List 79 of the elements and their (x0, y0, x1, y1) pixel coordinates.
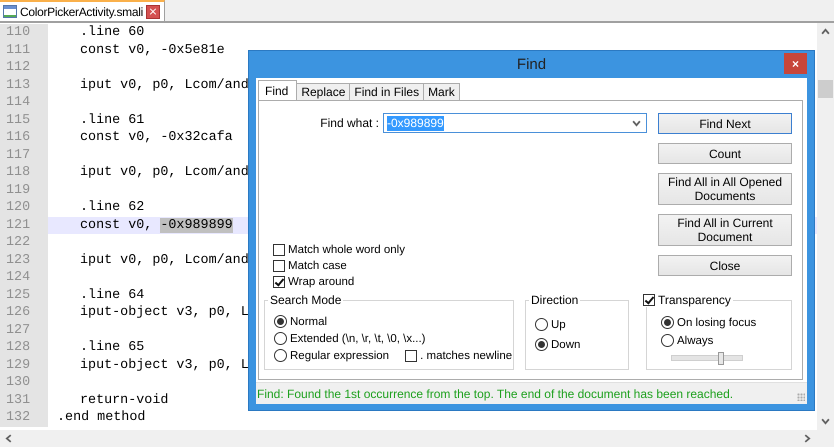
scroll-left-icon[interactable] (4, 434, 13, 443)
radio-option[interactable]: Normal (274, 315, 507, 328)
dialog-tab[interactable]: Mark (423, 83, 460, 100)
line-number: 113 (0, 76, 48, 94)
dialog-button[interactable]: Find All in Current Document (658, 214, 792, 246)
line-number: 115 (0, 112, 48, 129)
radio-option[interactable]: On losing focus (661, 316, 785, 329)
line-number: 129 (0, 356, 48, 374)
code-line: .line 61 (80, 112, 144, 128)
line-number: 123 (0, 252, 48, 269)
group-title: Direction (529, 293, 580, 307)
radio-option[interactable]: Extended (\n, \r, \t, \0, \x...) (274, 332, 507, 345)
scroll-up-icon[interactable] (821, 27, 830, 36)
code-line: .line 60 (80, 25, 144, 40)
line-number: 116 (0, 129, 48, 146)
code-line: .line 65 (80, 340, 144, 355)
radio-option[interactable]: Regular expression (274, 349, 390, 362)
resize-grip-icon[interactable] (797, 392, 805, 400)
line-number: 127 (0, 322, 48, 339)
checkbox-option[interactable]: Wrap around (273, 276, 658, 288)
code-line: return-void (80, 392, 168, 408)
horizontal-scrollbar[interactable] (0, 430, 834, 447)
code-line: .end method (57, 410, 146, 425)
dialog-button[interactable]: Find All in All Opened Documents (658, 173, 792, 205)
line-number: 132 (0, 409, 48, 426)
line-number: 122 (0, 234, 48, 252)
dialog-button[interactable]: Close (658, 255, 792, 276)
line-number: 124 (0, 269, 48, 286)
line-number: 130 (0, 374, 48, 392)
group-title: Search Mode (268, 293, 344, 307)
line-number: 125 (0, 286, 48, 304)
close-tab-button[interactable]: × (146, 4, 160, 18)
dialog-title: Find (516, 56, 546, 73)
code-line: iput v0, p0, Lcom/and (80, 78, 249, 92)
line-number: 111 (0, 42, 48, 59)
file-tab-title: ColorPickerActivity.smali (20, 4, 143, 18)
scroll-down-icon[interactable] (821, 417, 830, 426)
line-number: 131 (0, 392, 48, 409)
radio-option[interactable]: Up (535, 318, 622, 331)
code-line: iput v0, p0, Lcom/and (80, 252, 249, 268)
find-what-label: Find what : (320, 116, 379, 130)
line-number: 121 (0, 216, 48, 234)
slider-thumb[interactable] (718, 352, 724, 365)
code-line: iput v0, p0, Lcom/and (80, 165, 249, 180)
file-tab[interactable]: ColorPickerActivity.smali × (0, 0, 165, 21)
dialog-tab[interactable]: Find in Files (349, 83, 424, 100)
code-line: iput-object v3, p0, L (80, 305, 249, 320)
checkbox-option[interactable]: Match whole word only (273, 244, 658, 256)
line-number: 112 (0, 59, 48, 76)
transparency-checkbox[interactable]: Transparency (641, 293, 733, 307)
code-line: const v0, -0x5e81e (80, 42, 225, 58)
vertical-scrollbar[interactable] (817, 23, 834, 430)
dialog-tab[interactable]: Replace (296, 83, 350, 100)
code-line: const v0, -0x32cafa (80, 130, 233, 145)
code-line: iput-object v3, p0, L (80, 358, 249, 372)
line-number: 128 (0, 339, 48, 356)
scroll-right-icon[interactable] (803, 434, 812, 443)
file-icon (3, 5, 17, 18)
scroll-thumb[interactable] (818, 80, 833, 98)
line-number: 118 (0, 164, 48, 182)
code-line: .line 64 (80, 288, 144, 302)
dialog-button[interactable]: Count (658, 143, 792, 164)
line-number: 110 (0, 24, 48, 42)
line-number: 120 (0, 199, 48, 216)
checkbox-option[interactable]: Match case (273, 260, 658, 272)
line-number: 126 (0, 304, 48, 322)
line-number: 119 (0, 182, 48, 199)
code-line: const v0, -0x989899 (80, 218, 233, 232)
code-line: .line 62 (80, 200, 144, 215)
status-message: Find: Found the 1st occurrence from the top. The end of the document has been reached. (257, 386, 734, 400)
dialog-tab[interactable]: Find (258, 80, 298, 100)
caret-icon[interactable] (632, 118, 641, 128)
dialog-button[interactable]: Find Next (658, 113, 792, 134)
close-button[interactable]: × (784, 53, 807, 74)
checkbox-option[interactable]: . matches newline (405, 349, 512, 362)
radio-option[interactable]: Always (661, 334, 785, 347)
line-number: 117 (0, 146, 48, 164)
line-number: 114 (0, 94, 48, 112)
radio-option[interactable]: Down (535, 338, 622, 351)
